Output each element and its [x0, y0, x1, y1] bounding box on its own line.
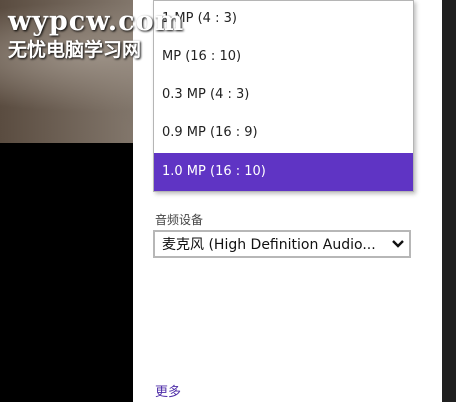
resolution-option[interactable]: 0.9 MP (16 : 9): [154, 114, 413, 152]
resolution-option-selected[interactable]: 1.0 MP (16 : 10): [154, 153, 413, 191]
more-link[interactable]: 更多: [155, 381, 181, 400]
watermark-site-name: 无忧电脑学习网: [8, 39, 142, 61]
audio-device-value: 麦克风 (High Definition Audio...: [162, 237, 376, 253]
watermark-domain: wypcw.com: [8, 6, 185, 37]
screen-edge: [442, 0, 456, 402]
audio-device-select[interactable]: 麦克风 (High Definition Audio...: [153, 230, 411, 258]
chevron-down-icon: [387, 233, 409, 255]
resolution-option[interactable]: 1 MP (4 : 3): [154, 0, 413, 38]
watermark: wypcw.com 无忧电脑学习网: [8, 6, 184, 62]
resolution-option[interactable]: 0.3 MP (4 : 3): [154, 76, 413, 114]
audio-device-label: 音频设备: [155, 213, 204, 227]
resolution-option[interactable]: MP (16 : 10): [154, 38, 413, 76]
resolution-dropdown-list[interactable]: 1 MP (4 : 3) MP (16 : 10) 0.3 MP (4 : 3)…: [153, 0, 414, 192]
